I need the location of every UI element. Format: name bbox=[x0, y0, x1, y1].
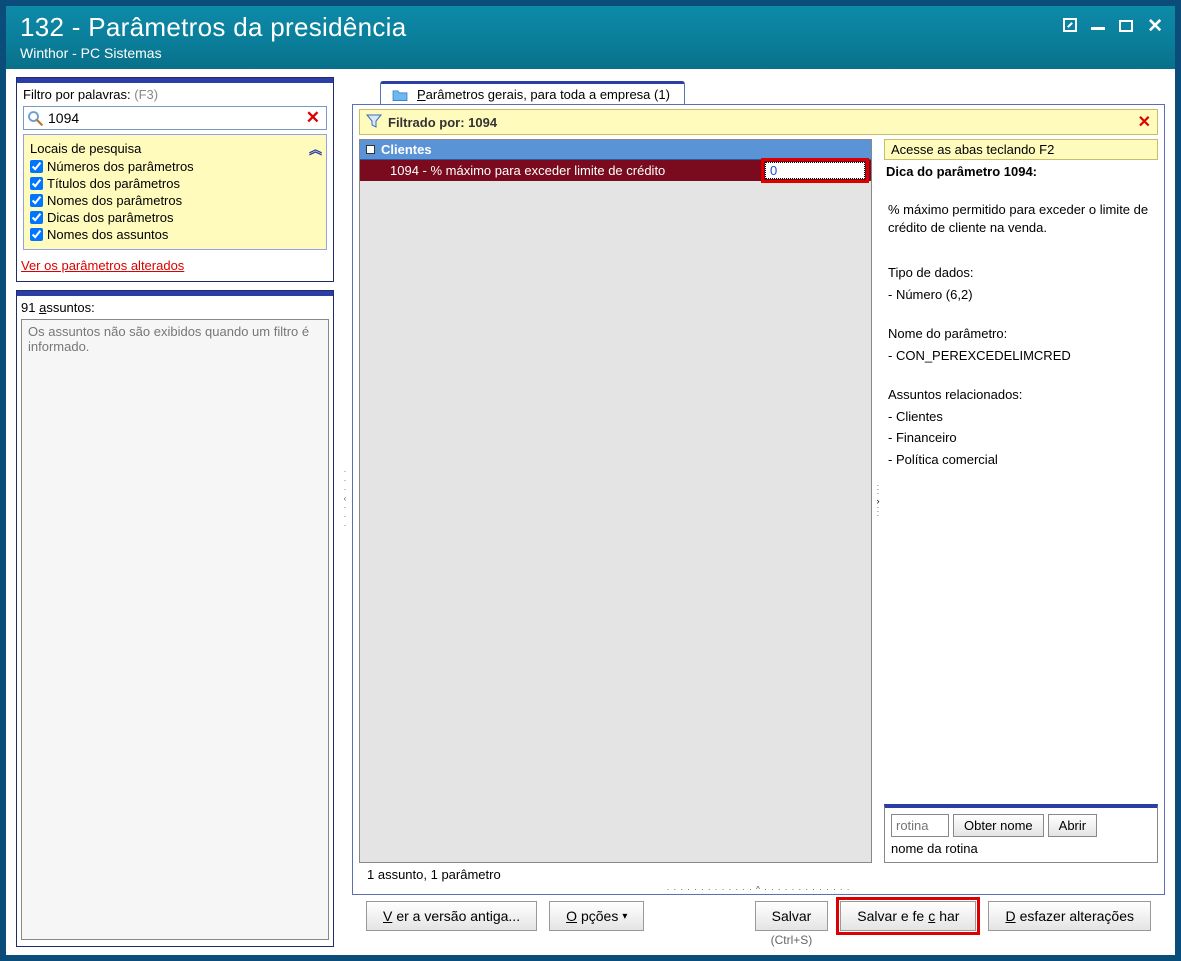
chk-nomes[interactable]: Nomes dos parâmetros bbox=[30, 192, 320, 209]
param-tree: − Clientes 1094 - % máximo para exceder … bbox=[359, 139, 872, 863]
search-row: ✕ bbox=[23, 106, 327, 130]
window-title: 132 - Parâmetros da presidência bbox=[20, 12, 1063, 43]
save-close-button[interactable]: Salvar e fechar bbox=[840, 901, 976, 931]
client-area: Filtro por palavras: (F3) ✕ Locais de pe… bbox=[6, 69, 1175, 955]
param-description: % máximo permitido para exceder o limite… bbox=[884, 201, 1158, 236]
split-row: − Clientes 1094 - % máximo para exceder … bbox=[359, 139, 1158, 863]
abrir-button[interactable]: Abrir bbox=[1048, 814, 1097, 837]
filter-label: Filtro por palavras: (F3) bbox=[17, 83, 333, 104]
rotina-box: Obter nome Abrir nome da rotina bbox=[884, 804, 1158, 863]
param-value-input[interactable]: 0 bbox=[765, 162, 865, 179]
obter-nome-button[interactable]: Obter nome bbox=[953, 814, 1044, 837]
main-inner: Filtrado por: 1094 ✕ − Clientes 1094 - %… bbox=[352, 104, 1165, 895]
clear-filter-icon[interactable]: ✕ bbox=[1138, 112, 1151, 132]
maximize-button[interactable] bbox=[1119, 16, 1133, 37]
search-input[interactable] bbox=[46, 108, 300, 128]
tip-bar: Acesse as abas teclando F2 bbox=[884, 139, 1158, 160]
close-button[interactable]: ✕ bbox=[1147, 20, 1163, 34]
window-subtitle: Winthor - PC Sistemas bbox=[20, 45, 1063, 61]
funnel-icon bbox=[366, 113, 382, 132]
rel-2: - Financeiro bbox=[884, 429, 1158, 447]
filter-bar-text: Filtrado por: 1094 bbox=[388, 115, 1132, 130]
tab-parametros-gerais[interactable]: Parâmetros gerais, para toda a empresa (… bbox=[380, 81, 685, 105]
filter-bar: Filtrado por: 1094 ✕ bbox=[359, 109, 1158, 135]
tab-row: Parâmetros gerais, para toda a empresa (… bbox=[352, 77, 1165, 105]
old-version-button[interactable]: Ver a versão antiga... bbox=[366, 901, 537, 931]
restore-icon[interactable] bbox=[1063, 16, 1077, 37]
chk-assuntos[interactable]: Nomes dos assuntos bbox=[30, 226, 320, 243]
save-shortcut: (Ctrl+S) bbox=[771, 933, 813, 947]
minimize-button[interactable] bbox=[1091, 16, 1105, 37]
rotina-input[interactable] bbox=[891, 814, 949, 837]
status-count: 1 assunto, 1 parâmetro bbox=[359, 863, 1164, 884]
param-label: 1094 - % máximo para exceder limite de c… bbox=[390, 163, 759, 178]
nome-rotina-label: nome da rotina bbox=[891, 841, 1151, 856]
nome-value: - CON_PEREXCEDELIMCRED bbox=[884, 347, 1158, 365]
left-splitter[interactable]: ···‹··· bbox=[340, 469, 350, 529]
changed-params-link[interactable]: Ver os parâmetros alterados bbox=[17, 254, 192, 281]
left-column: Filtro por palavras: (F3) ✕ Locais de pe… bbox=[16, 77, 334, 947]
assuntos-body: Os assuntos não são exibidos quando um f… bbox=[21, 319, 329, 940]
param-info-title: Dica do parâmetro 1094: bbox=[884, 164, 1158, 179]
rel-3: - Política comercial bbox=[884, 451, 1158, 469]
collapse-icon[interactable]: ︽ bbox=[309, 139, 320, 158]
rel-1: - Clientes bbox=[884, 408, 1158, 426]
bottom-splitter[interactable]: · · · · · · · · · · · · · ^ · · · · · · … bbox=[353, 884, 1164, 894]
chk-numeros[interactable]: Números dos parâmetros bbox=[30, 158, 320, 175]
options-button[interactable]: Opções ▾ bbox=[549, 901, 644, 931]
group-header[interactable]: − Clientes bbox=[360, 140, 871, 160]
main-column: Parâmetros gerais, para toda a empresa (… bbox=[352, 77, 1165, 947]
chk-dicas[interactable]: Dicas dos parâmetros bbox=[30, 209, 320, 226]
param-row[interactable]: 1094 - % máximo para exceder limite de c… bbox=[360, 160, 871, 181]
save-button[interactable]: Salvar bbox=[755, 901, 829, 931]
folder-icon bbox=[391, 88, 409, 102]
clear-search-icon[interactable]: ✕ bbox=[300, 108, 326, 128]
search-places-box: Locais de pesquisa ︽ Números dos parâmet… bbox=[23, 134, 327, 250]
tipo-label: Tipo de dados: bbox=[884, 264, 1158, 282]
bottom-bar: Ver a versão antiga... Opções ▾ Salvar (… bbox=[352, 895, 1165, 947]
right-info-column: Acesse as abas teclando F2 Dica do parâm… bbox=[884, 139, 1158, 863]
chk-titulos[interactable]: Títulos dos parâmetros bbox=[30, 175, 320, 192]
rel-label: Assuntos relacionados: bbox=[884, 386, 1158, 404]
titlebar: 132 - Parâmetros da presidência Winthor … bbox=[6, 6, 1175, 69]
tree-right-splitter[interactable]: ··· › ··· bbox=[872, 139, 884, 863]
app-window: 132 - Parâmetros da presidência Winthor … bbox=[5, 5, 1176, 956]
undo-button[interactable]: Desfazer alterações bbox=[988, 901, 1151, 931]
assuntos-count: 91 assuntos: bbox=[17, 296, 333, 317]
assuntos-panel: 91 assuntos: Os assuntos não são exibido… bbox=[16, 290, 334, 947]
collapse-group-icon[interactable]: − bbox=[366, 145, 375, 154]
nome-label: Nome do parâmetro: bbox=[884, 325, 1158, 343]
filter-panel: Filtro por palavras: (F3) ✕ Locais de pe… bbox=[16, 77, 334, 282]
tipo-value: - Número (6,2) bbox=[884, 286, 1158, 304]
search-icon bbox=[24, 107, 46, 129]
places-header: Locais de pesquisa bbox=[30, 141, 141, 156]
